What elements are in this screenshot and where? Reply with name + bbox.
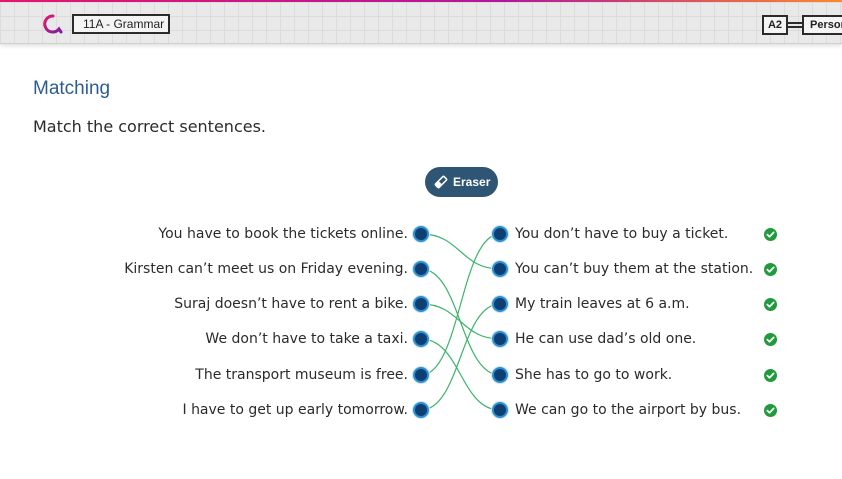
left-connector-dot[interactable]	[413, 226, 429, 242]
left-item: The transport museum is free.	[195, 367, 408, 383]
left-connector-dot[interactable]	[413, 261, 429, 277]
right-connector-dot[interactable]	[492, 402, 508, 418]
match-line	[420, 303, 501, 411]
match-line	[420, 233, 501, 376]
right-item: She has to go to work.	[515, 367, 673, 383]
left-item: Kirsten can’t meet us on Friday evening.	[124, 261, 408, 277]
left-item: You have to book the tickets online.	[158, 226, 408, 242]
right-connector-dot[interactable]	[492, 261, 508, 277]
right-connector-dot[interactable]	[492, 226, 508, 242]
left-item: Suraj doesn’t have to rent a bike.	[174, 296, 408, 312]
right-connector-dot[interactable]	[492, 296, 508, 312]
right-connector-dot[interactable]	[492, 367, 508, 383]
match-line	[420, 303, 501, 340]
left-item: I have to get up early tomorrow.	[182, 402, 408, 418]
correct-check-icon	[764, 404, 777, 417]
right-item: He can use dad’s old one.	[515, 331, 697, 347]
match-line	[420, 338, 501, 411]
right-item: You don’t have to buy a ticket.	[515, 226, 729, 242]
left-connector-dot[interactable]	[413, 402, 429, 418]
correct-check-icon	[764, 333, 777, 346]
left-connector-dot[interactable]	[413, 367, 429, 383]
right-item: You can’t buy them at the station.	[515, 261, 754, 277]
right-connector-dot[interactable]	[492, 331, 508, 347]
left-connector-dot[interactable]	[413, 331, 429, 347]
correct-check-icon	[764, 228, 777, 241]
correct-check-icon	[764, 298, 777, 311]
left-item: We don’t have to take a taxi.	[205, 331, 408, 347]
correct-check-icon	[764, 263, 777, 276]
right-item: My train leaves at 6 a.m.	[515, 296, 690, 312]
right-item: We can go to the airport by bus.	[515, 402, 742, 418]
correct-check-icon	[764, 369, 777, 382]
left-connector-dot[interactable]	[413, 296, 429, 312]
